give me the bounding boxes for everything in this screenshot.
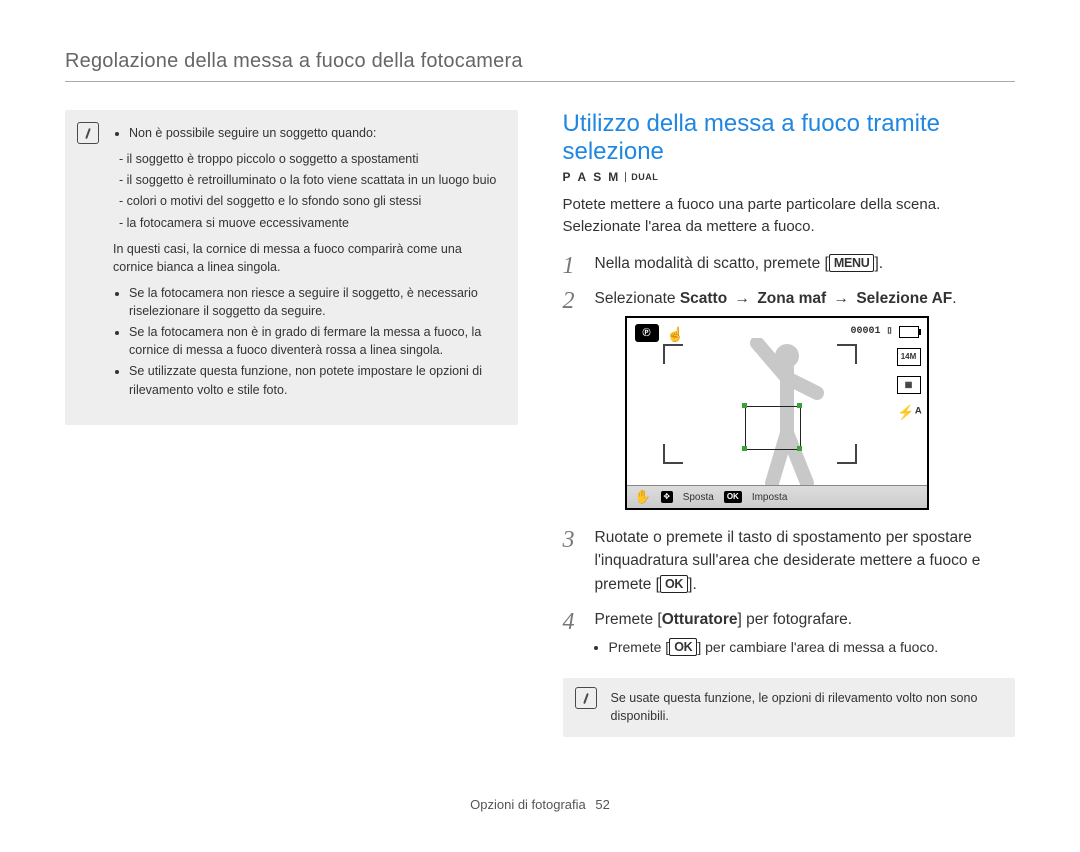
af-bracket-icon bbox=[663, 344, 683, 364]
focus-handle-icon bbox=[797, 403, 802, 408]
flash-auto-icon: ⚡ᴬ bbox=[899, 404, 921, 420]
resolution-icon: 14M bbox=[897, 348, 921, 366]
ok-key-icon: OK bbox=[724, 491, 742, 503]
note-box: Non è possibile seguire un soggetto quan… bbox=[65, 110, 518, 425]
right-column: Utilizzo della messa a fuoco tramite sel… bbox=[563, 110, 1016, 737]
two-column-layout: Non è possibile seguire un soggetto quan… bbox=[65, 110, 1015, 737]
steps-list: Nella modalità di scatto, premete [MENU]… bbox=[563, 252, 1016, 659]
menu-path-item: Scatto bbox=[680, 290, 727, 307]
section-heading: Utilizzo della messa a fuoco tramite sel… bbox=[563, 110, 1016, 166]
note-bullet: Se la fotocamera non è in grado di ferma… bbox=[129, 323, 502, 359]
battery-icon bbox=[899, 326, 919, 338]
note-dash-item: la fotocamera si muove eccessivamente bbox=[119, 214, 502, 232]
note-paragraph: In questi casi, la cornice di messa a fu… bbox=[113, 240, 502, 276]
step-text: ] per fotografare. bbox=[738, 611, 853, 628]
dpad-icon: ✥ bbox=[661, 491, 673, 503]
page-title: Regolazione della messa a fuoco della fo… bbox=[65, 50, 1015, 82]
ok-button-label: OK bbox=[669, 638, 697, 656]
shot-counter: 00001 bbox=[850, 324, 880, 339]
arrow-icon: → bbox=[826, 290, 856, 307]
note-icon bbox=[575, 687, 597, 709]
step-text: Ruotate o premete il tasto di spostament… bbox=[595, 529, 981, 593]
step-text: Selezionate bbox=[595, 290, 680, 307]
menu-path-item: Zona maf bbox=[757, 290, 826, 307]
step-text: . bbox=[952, 290, 956, 307]
step-text: ]. bbox=[874, 255, 883, 272]
lcd-top-bar: 00001 ▯ bbox=[850, 324, 918, 339]
step-3: Ruotate o premete il tasto di spostament… bbox=[563, 526, 1016, 596]
page-footer: Opzioni di fotografia 52 bbox=[65, 797, 1015, 812]
focus-rectangle bbox=[745, 406, 801, 450]
footer-section: Opzioni di fotografia bbox=[470, 797, 586, 812]
note-text: Se usate questa funzione, le opzioni di … bbox=[611, 691, 978, 723]
stabilizer-icon: ✋ bbox=[635, 487, 651, 507]
step-text: Premete [ bbox=[595, 611, 662, 628]
ok-button-label: OK bbox=[660, 575, 688, 593]
shutter-label: Otturatore bbox=[662, 611, 738, 628]
step-text: ]. bbox=[688, 576, 697, 593]
menu-button-label: MENU bbox=[829, 254, 875, 272]
camera-lcd-illustration: ☝ 00001 ▯ 14M ▦ ⚡ᴬ bbox=[625, 316, 929, 510]
step-4: Premete [Otturatore] per fotografare. Pr… bbox=[563, 608, 1016, 658]
note-bullet: Non è possibile seguire un soggetto quan… bbox=[129, 124, 502, 142]
sub-text: Premete [ bbox=[609, 639, 670, 655]
note-icon bbox=[77, 122, 99, 144]
page-number: 52 bbox=[595, 797, 609, 812]
touch-icon: ☝ bbox=[667, 324, 684, 345]
mode-a: A bbox=[578, 170, 588, 184]
focus-handle-icon bbox=[742, 446, 747, 451]
sub-bullet: Premete [OK] per cambiare l'area di mess… bbox=[609, 637, 1016, 658]
note-bullet: Se utilizzate questa funzione, non potet… bbox=[129, 362, 502, 398]
focus-handle-icon bbox=[742, 403, 747, 408]
intro-text: Potete mettere a fuoco una parte partico… bbox=[563, 194, 1016, 238]
mode-s: S bbox=[593, 170, 602, 184]
left-column: Non è possibile seguire un soggetto quan… bbox=[65, 110, 518, 737]
note-bullet: Se la fotocamera non riesce a seguire il… bbox=[129, 284, 502, 320]
set-label: Imposta bbox=[752, 490, 788, 505]
mode-p: P bbox=[563, 170, 572, 184]
note-box-small: Se usate questa funzione, le opzioni di … bbox=[563, 678, 1016, 737]
af-bracket-icon bbox=[837, 344, 857, 364]
quality-grid-icon: ▦ bbox=[897, 376, 921, 394]
mode-m: M bbox=[608, 170, 619, 184]
mode-indicator-row: P A S M DUAL bbox=[563, 170, 1016, 184]
arrow-icon: → bbox=[727, 290, 757, 307]
note-dash-item: il soggetto è troppo piccolo o soggetto … bbox=[119, 150, 502, 168]
manual-page: Regolazione della messa a fuoco della fo… bbox=[0, 0, 1080, 852]
note-dash-item: il soggetto è retroilluminato o la foto … bbox=[119, 171, 502, 189]
menu-path-item: Selezione AF bbox=[856, 290, 952, 307]
af-bracket-icon bbox=[663, 444, 683, 464]
lcd-side-icons: 14M ▦ ⚡ᴬ bbox=[897, 348, 921, 420]
note-dash-item: colori o motivi del soggetto e lo sfondo… bbox=[119, 192, 502, 210]
sd-card-icon: ▯ bbox=[886, 324, 892, 339]
step-text: Nella modalità di scatto, premete [ bbox=[595, 255, 829, 272]
lcd-bottom-bar: ✋ ✥ Sposta OK Imposta bbox=[627, 485, 927, 508]
step-2: Selezionate Scatto → Zona maf → Selezion… bbox=[563, 287, 1016, 510]
mode-dial-icon bbox=[635, 324, 659, 342]
move-label: Sposta bbox=[683, 490, 714, 505]
sub-text: ] per cambiare l'area di messa a fuoco. bbox=[697, 639, 938, 655]
focus-handle-icon bbox=[797, 446, 802, 451]
step-1: Nella modalità di scatto, premete [MENU]… bbox=[563, 252, 1016, 275]
af-bracket-icon bbox=[837, 444, 857, 464]
mode-dual: DUAL bbox=[625, 172, 658, 182]
